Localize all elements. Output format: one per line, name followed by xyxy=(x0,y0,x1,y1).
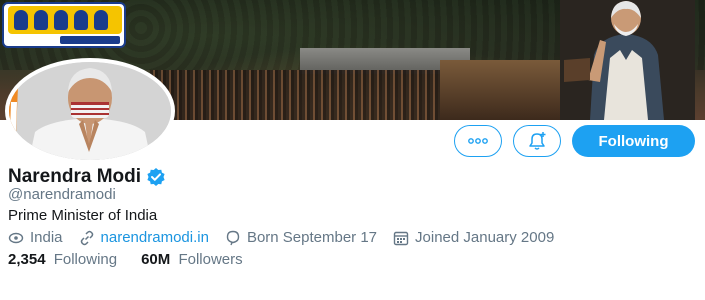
joined-item: Joined January 2009 xyxy=(393,229,554,246)
banner-stage xyxy=(440,60,560,120)
website-item[interactable]: narendramodi.in xyxy=(79,229,209,246)
profile-stats: 2,354 Following 60M Followers xyxy=(8,251,267,268)
followers-stat[interactable]: 60M Followers xyxy=(141,251,243,268)
joined-text: Joined January 2009 xyxy=(415,229,555,246)
profile-bio: Prime Minister of India xyxy=(8,207,158,224)
followers-label: Followers xyxy=(178,251,243,268)
more-options-button[interactable] xyxy=(454,125,502,157)
link-icon xyxy=(80,230,93,245)
website-link[interactable]: narendramodi.in xyxy=(101,229,209,246)
notifications-button[interactable] xyxy=(513,125,561,157)
bell-plus-icon xyxy=(529,132,546,150)
profile-avatar[interactable] xyxy=(5,58,175,164)
following-button[interactable]: Following xyxy=(572,125,695,157)
balloon-icon xyxy=(226,230,240,245)
location-pin-icon xyxy=(8,232,24,243)
profile-meta: India narendramodi.in Born September 17 … xyxy=(8,229,570,246)
verified-badge-icon xyxy=(147,168,165,186)
avatar-photo xyxy=(9,62,171,160)
location-item: India xyxy=(8,229,63,246)
logo-badge xyxy=(2,2,126,48)
more-horizontal-icon xyxy=(468,138,488,144)
profile-name: Narendra Modi xyxy=(8,166,142,187)
logo-tagline xyxy=(60,36,120,44)
following-label: Following xyxy=(53,251,118,268)
profile-name-row: Narendra Modi xyxy=(8,166,166,188)
birthday-text: Born September 17 xyxy=(246,229,378,246)
calendar-icon xyxy=(393,231,409,245)
following-count: 2,354 xyxy=(8,251,46,268)
birthday-item: Born September 17 xyxy=(225,229,377,246)
followers-count: 60M xyxy=(141,251,171,268)
following-stat[interactable]: 2,354 Following xyxy=(8,251,117,268)
logo-mark xyxy=(8,6,122,34)
location-text: India xyxy=(30,229,63,246)
profile-handle: @narendramodi xyxy=(8,186,116,203)
banner-person-image xyxy=(560,0,695,120)
